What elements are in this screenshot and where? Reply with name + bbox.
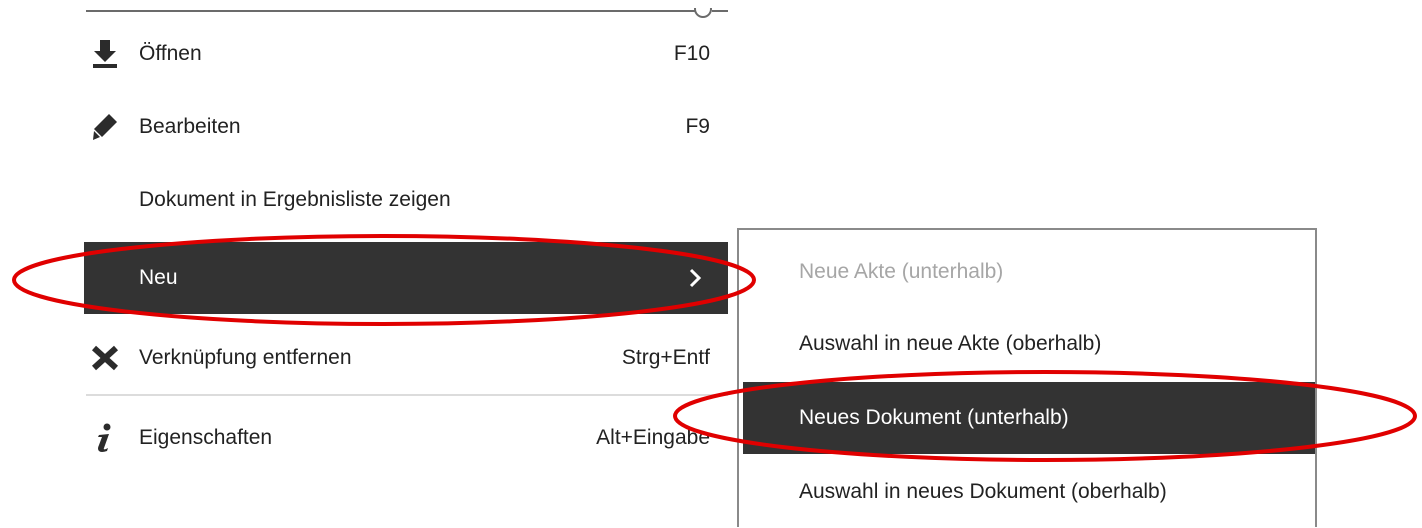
pencil-icon: [90, 112, 120, 142]
menu-item-shortcut: Strg+Entf: [621, 346, 710, 369]
menu-item-eigenschaften[interactable]: Eigenschaften Alt+Eingabe: [84, 410, 728, 466]
menu-item-shortcut: F9: [685, 115, 710, 138]
menu-item-label: Bearbeiten: [139, 115, 241, 138]
submenu-item-neue-akte: Neue Akte (unterhalb): [743, 236, 1315, 308]
menu-item-shortcut: Alt+Eingabe: [596, 426, 710, 449]
menu-item-label: Öffnen: [139, 42, 202, 65]
submenu-item-label: Neues Dokument (unterhalb): [799, 406, 1069, 429]
submenu-item-neues-dokument[interactable]: Neues Dokument (unterhalb): [743, 382, 1315, 454]
submenu-item-label: Auswahl in neue Akte (oberhalb): [799, 332, 1102, 355]
menu-item-label: Neu: [139, 266, 178, 289]
menu-item-dokument-zeigen[interactable]: Dokument in Ergebnisliste zeigen: [84, 172, 728, 228]
menu-top-border-right: [712, 10, 728, 12]
menu-item-label: Dokument in Ergebnisliste zeigen: [139, 188, 451, 211]
menu-item-verknuepfung-entfernen[interactable]: Verknüpfung entfernen Strg+Entf: [84, 330, 728, 386]
menu-item-shortcut: F10: [673, 42, 710, 65]
submenu-neu: Neue Akte (unterhalb) Auswahl in neue Ak…: [737, 228, 1317, 527]
submenu-item-auswahl-neues-dokument[interactable]: Auswahl in neues Dokument (oberhalb): [743, 456, 1315, 528]
info-icon: [90, 423, 120, 453]
menu-item-neu[interactable]: Neu: [84, 242, 728, 314]
menu-item-bearbeiten[interactable]: Bearbeiten F9: [84, 99, 728, 155]
slider-handle[interactable]: [694, 8, 712, 18]
menu-item-label: Verknüpfung entfernen: [139, 346, 352, 369]
menu-item-label: Eigenschaften: [139, 426, 273, 449]
menu-top-border: [86, 10, 700, 12]
chevron-right-icon: [688, 267, 702, 289]
x-icon: [90, 343, 120, 373]
submenu-item-label: Neue Akte (unterhalb): [799, 260, 1004, 283]
menu-separator: [86, 394, 728, 396]
submenu-item-auswahl-neue-akte[interactable]: Auswahl in neue Akte (oberhalb): [743, 308, 1315, 380]
submenu-item-label: Auswahl in neues Dokument (oberhalb): [799, 480, 1167, 503]
download-icon: [90, 39, 120, 69]
menu-item-oeffnen[interactable]: Öffnen F10: [84, 26, 728, 82]
